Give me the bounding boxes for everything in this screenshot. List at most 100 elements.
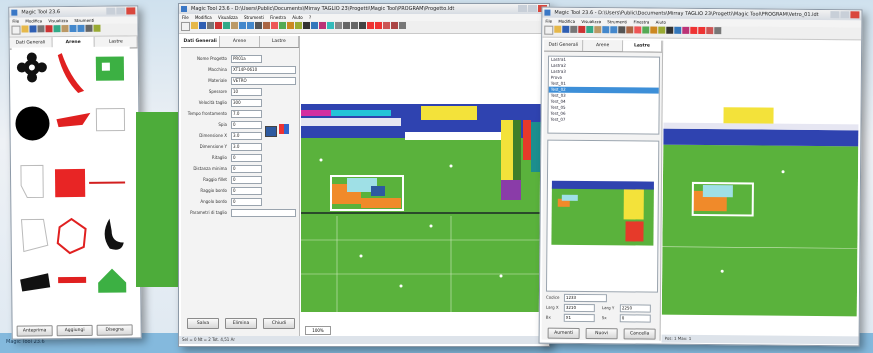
save-icon[interactable] <box>562 25 570 33</box>
grid-icon[interactable] <box>93 24 101 32</box>
sheet-list[interactable]: Lastra1 Lastra2 Lastra3 Prova Test_01 Test_02… <box>547 55 661 135</box>
form-input[interactable]: VETRO <box>231 77 296 85</box>
form-input[interactable]: 10 <box>231 88 262 96</box>
tab-lastre[interactable]: Lastre <box>622 40 663 52</box>
tab-lastre[interactable]: Lastre <box>260 36 299 47</box>
tab-dati-generali[interactable]: Dati Generali <box>181 36 221 47</box>
increase-button[interactable]: Aumenti <box>547 327 580 339</box>
shape-black-circle[interactable] <box>15 106 50 141</box>
open-icon[interactable] <box>21 25 29 33</box>
cancel-button[interactable]: Cancella <box>623 328 656 340</box>
save-icon[interactable] <box>29 25 37 33</box>
form-input[interactable]: PR01a <box>231 55 262 63</box>
new-button[interactable]: Nuovi <box>585 328 618 340</box>
save-button[interactable]: Salva <box>187 318 219 329</box>
menu-strumenti[interactable]: Strumenti <box>607 19 627 24</box>
text-icon[interactable] <box>666 26 674 34</box>
print-icon[interactable] <box>207 22 214 29</box>
copy-icon[interactable] <box>53 25 61 33</box>
menu-aiuto[interactable]: Aiuto <box>656 20 666 25</box>
line-icon[interactable] <box>674 26 682 34</box>
nest-icon[interactable] <box>690 26 698 34</box>
zoom-out-icon[interactable] <box>351 22 358 29</box>
new-icon[interactable] <box>544 25 554 35</box>
minimize-icon[interactable] <box>106 7 116 15</box>
cut-path-icon[interactable] <box>375 22 382 29</box>
field-input[interactable]: 3210 <box>563 303 595 313</box>
shape-arc-red[interactable] <box>57 53 85 93</box>
menu-modifica[interactable]: Modifica <box>195 15 212 20</box>
add-button[interactable]: Aggiungi <box>56 324 93 337</box>
grid-icon[interactable] <box>295 22 302 29</box>
maximize-icon[interactable] <box>528 5 537 12</box>
zoom-icon[interactable] <box>85 24 93 32</box>
cut-path-icon[interactable] <box>698 26 706 35</box>
menu-finestra[interactable]: Finestra <box>270 15 286 20</box>
tab-dati-generali[interactable]: Dati Generali <box>544 39 584 51</box>
field-input[interactable]: 1233 <box>563 293 607 303</box>
text-icon[interactable] <box>303 22 310 29</box>
cut-icon[interactable] <box>45 25 53 33</box>
redo-icon[interactable] <box>77 24 85 32</box>
field-input[interactable]: 2250 <box>619 304 651 313</box>
paste-icon[interactable] <box>61 25 69 33</box>
form-input[interactable]: 3.0 <box>231 132 262 140</box>
redo-icon[interactable] <box>247 22 254 29</box>
menu-visualizza[interactable]: Visualizza <box>218 15 238 20</box>
menu-finestra[interactable]: Finestra <box>633 19 649 24</box>
shape-red-hex-outline[interactable] <box>56 217 87 255</box>
select-icon[interactable] <box>255 22 262 29</box>
save-icon[interactable] <box>199 22 206 29</box>
form-input[interactable]: 3.0 <box>231 143 262 151</box>
menu-file[interactable]: File <box>545 19 552 24</box>
print-icon[interactable] <box>37 25 45 33</box>
shape-cross-circles[interactable] <box>16 52 47 83</box>
delete-button[interactable]: Elimina <box>225 318 257 329</box>
undo-icon[interactable] <box>602 26 610 34</box>
paste-icon[interactable] <box>231 22 238 29</box>
new-icon[interactable] <box>11 25 21 35</box>
draw-button[interactable]: Disegna <box>96 324 133 336</box>
form-input[interactable]: 0 <box>231 165 262 173</box>
open-icon[interactable] <box>554 25 562 33</box>
paste-icon[interactable] <box>594 26 602 34</box>
shape-outline-3[interactable] <box>20 218 49 253</box>
maximize-icon[interactable] <box>840 11 850 19</box>
undo-icon[interactable] <box>69 24 77 33</box>
nesting-canvas[interactable] <box>301 36 547 326</box>
move-icon[interactable] <box>263 22 270 29</box>
shape-red-square[interactable] <box>54 168 86 198</box>
rotate-icon[interactable] <box>634 26 642 34</box>
rotate-icon[interactable] <box>271 22 278 29</box>
menu-modifica[interactable]: Modifica <box>558 19 575 24</box>
right-nesting-canvas[interactable] <box>661 40 860 335</box>
cut-icon[interactable] <box>578 25 586 33</box>
copy-icon[interactable] <box>586 25 594 34</box>
close-icon[interactable] <box>126 7 136 15</box>
measure-icon[interactable] <box>335 22 342 29</box>
settings-icon[interactable] <box>714 27 722 35</box>
close-icon[interactable] <box>850 11 860 19</box>
form-input[interactable] <box>231 209 296 217</box>
undo-icon[interactable] <box>239 22 246 29</box>
mirror-icon[interactable] <box>642 26 650 34</box>
select-icon[interactable] <box>618 26 626 34</box>
menu-file[interactable]: File <box>182 15 189 20</box>
circle-icon[interactable] <box>319 22 326 29</box>
move-icon[interactable] <box>626 26 634 34</box>
zoom-in-icon[interactable] <box>343 22 350 29</box>
preview-button[interactable]: Anteprima <box>16 325 53 337</box>
form-input[interactable]: XT14P-0610 <box>231 66 296 74</box>
form-input[interactable]: 7.0 <box>231 110 262 118</box>
cut-icon[interactable] <box>215 22 222 29</box>
shape-black-hook[interactable] <box>104 218 124 250</box>
export-icon[interactable] <box>706 27 714 35</box>
minimize-icon[interactable] <box>518 5 527 12</box>
layer-icon[interactable] <box>287 22 294 29</box>
circle-icon[interactable] <box>682 26 690 34</box>
zoom-readout[interactable]: 100% <box>305 326 331 335</box>
tab-arene[interactable]: Arene <box>583 39 623 52</box>
grid-icon[interactable] <box>658 26 666 34</box>
form-input[interactable]: 300 <box>231 99 262 107</box>
menu-modifica[interactable]: Modifica <box>25 18 42 23</box>
